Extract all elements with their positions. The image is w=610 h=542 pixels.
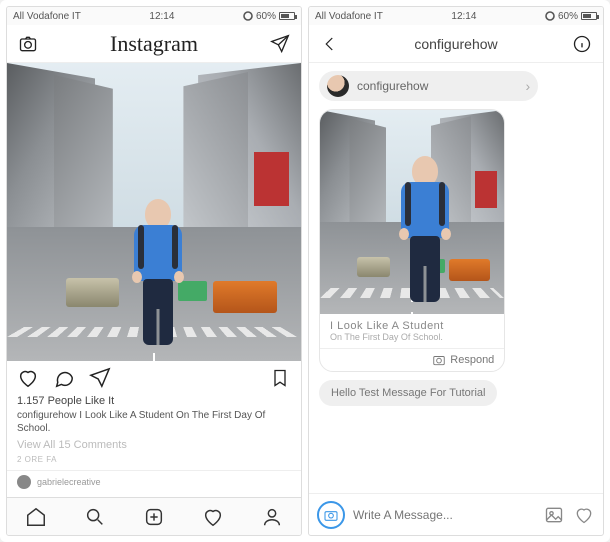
- orientation-lock-icon: [545, 11, 555, 21]
- view-comments-link[interactable]: View All 15 Comments: [7, 437, 301, 453]
- feed-header: Instagram: [7, 25, 301, 63]
- clock-label: 12:14: [451, 11, 476, 22]
- instagram-logo: Instagram: [110, 31, 198, 57]
- shared-post-card[interactable]: I Look Like A Student On The First Day O…: [319, 109, 505, 372]
- bookmark-icon[interactable]: [269, 367, 291, 389]
- tab-bar: [7, 497, 301, 535]
- next-post-header[interactable]: gabrielecreative: [7, 470, 301, 492]
- shared-post-caption: I Look Like A Student On The First Day O…: [320, 314, 504, 348]
- avatar: [17, 475, 31, 489]
- dm-recipient-chip[interactable]: configurehow ›: [319, 71, 538, 101]
- clock-label: 12:14: [149, 11, 174, 22]
- likes-count[interactable]: 1.157 People Like It: [7, 395, 301, 407]
- dm-header: configurehow: [309, 25, 603, 63]
- post-time: 2 ORE FA: [7, 453, 301, 470]
- post-actions: [7, 361, 301, 395]
- battery-icon: [581, 12, 597, 20]
- like-icon[interactable]: [573, 504, 595, 526]
- feed-content: 1.157 People Like It configurehow I Look…: [7, 63, 301, 497]
- tab-new-post[interactable]: [143, 506, 165, 528]
- post-caption: configurehow I Look Like A Student On Th…: [7, 407, 301, 437]
- status-right: 60%: [545, 11, 597, 22]
- camera-button[interactable]: [317, 501, 345, 529]
- carrier-label: All Vodafone IT: [315, 11, 383, 22]
- share-icon[interactable]: [89, 367, 111, 389]
- tab-profile[interactable]: [261, 506, 283, 528]
- tab-activity[interactable]: [202, 506, 224, 528]
- orientation-lock-icon: [243, 11, 253, 21]
- shared-post-title: I Look Like A Student: [330, 320, 494, 332]
- shared-post-photo: [320, 110, 504, 314]
- camera-icon: [432, 353, 446, 367]
- message-composer: [309, 493, 603, 535]
- like-icon[interactable]: [17, 367, 39, 389]
- battery-pct: 60%: [256, 11, 276, 22]
- back-icon[interactable]: [319, 33, 341, 55]
- status-bar: All Vodafone IT 12:14 60%: [7, 7, 301, 25]
- message-input[interactable]: [353, 508, 535, 522]
- respond-button[interactable]: Respond: [320, 348, 504, 371]
- carrier-label: All Vodafone IT: [13, 11, 81, 22]
- shared-post-subtitle: On The First Day Of School.: [330, 332, 494, 342]
- camera-icon[interactable]: [17, 33, 39, 55]
- post-photo[interactable]: [7, 63, 301, 361]
- gallery-icon[interactable]: [543, 504, 565, 526]
- chevron-right-icon: ›: [526, 78, 531, 94]
- username-label: gabrielecreative: [37, 477, 101, 487]
- dm-body: configurehow ›: [309, 63, 603, 493]
- battery-icon: [279, 12, 295, 20]
- info-icon[interactable]: [571, 33, 593, 55]
- dm-title[interactable]: configurehow: [414, 36, 497, 52]
- instagram-feed-screen: All Vodafone IT 12:14 60% Instagram: [6, 6, 302, 536]
- status-right: 60%: [243, 11, 295, 22]
- direct-message-screen: All Vodafone IT 12:14 60% configurehow c…: [308, 6, 604, 536]
- direct-message-icon[interactable]: [269, 33, 291, 55]
- battery-pct: 60%: [558, 11, 578, 22]
- tab-home[interactable]: [25, 506, 47, 528]
- comment-icon[interactable]: [53, 367, 75, 389]
- avatar: [327, 75, 349, 97]
- recipient-name: configurehow: [357, 79, 518, 93]
- status-bar: All Vodafone IT 12:14 60%: [309, 7, 603, 25]
- tab-search[interactable]: [84, 506, 106, 528]
- message-bubble: Hello Test Message For Tutorial: [319, 380, 497, 406]
- respond-label: Respond: [450, 354, 494, 366]
